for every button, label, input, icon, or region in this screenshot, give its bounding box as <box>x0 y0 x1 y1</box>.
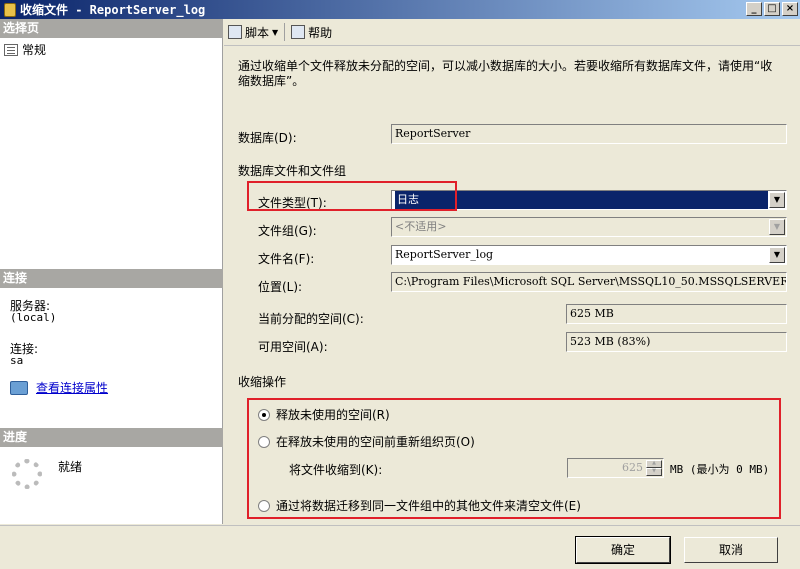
description-text: 通过收缩单个文件释放未分配的空间，可以减小数据库的大小。若要收缩所有数据库文件，… <box>238 59 773 88</box>
filegroup-select[interactable]: <不适用> ▼ <box>391 217 787 237</box>
chevron-down-icon[interactable]: ▼ <box>769 247 785 263</box>
release-unused-label: 释放未使用的空间(R) <box>276 408 390 422</box>
help-label: 帮助 <box>308 25 333 40</box>
filename-value: ReportServer_log <box>395 248 494 261</box>
connection-header: 连接 <box>0 269 223 288</box>
script-icon <box>228 25 242 39</box>
toolbar-separator <box>284 23 286 41</box>
shrink-to-value: 625 <box>622 461 643 474</box>
available-space-field: 523 MB (83%) <box>566 332 787 352</box>
connection-value: sa <box>10 354 24 367</box>
properties-icon <box>4 43 18 56</box>
toolbar: 脚本 ▼ 帮助 <box>224 19 800 46</box>
help-icon <box>291 25 306 39</box>
stepper-down-icon[interactable]: ▼ <box>646 468 662 476</box>
filename-select[interactable]: ReportServer_log ▼ <box>391 245 787 265</box>
view-connection-link[interactable]: 查看连接属性 <box>36 379 108 396</box>
select-page-header: 选择页 <box>0 19 223 38</box>
database-icon <box>4 2 16 17</box>
release-unused-option[interactable]: 释放未使用的空间(R) <box>258 406 390 423</box>
reorganize-label: 在释放未使用的空间前重新组织页(O) <box>276 435 475 449</box>
filegroup-label: 文件组(G): <box>258 224 317 238</box>
database-label: 数据库(D): <box>238 131 297 145</box>
shrink-to-label: 将文件收缩到(K): <box>289 463 383 477</box>
view-connection-properties[interactable]: 查看连接属性 <box>10 379 108 396</box>
maximize-button[interactable]: □ <box>764 2 780 16</box>
stepper-buttons[interactable]: ▲ ▼ <box>646 460 662 476</box>
server-value: (local) <box>10 311 57 324</box>
close-button[interactable]: × <box>782 2 798 16</box>
shrink-to-stepper[interactable]: 625 ▲ ▼ <box>567 458 664 478</box>
ok-button[interactable]: 确定 <box>575 536 671 564</box>
cancel-button[interactable]: 取消 <box>684 537 778 563</box>
shrink-file-dialog: 收缩文件 - ReportServer_log _ □ × 选择页 常规 连接 … <box>0 0 800 569</box>
filegroup-value: <不适用> <box>395 220 447 233</box>
files-group-header: 数据库文件和文件组 <box>238 164 347 178</box>
help-button[interactable]: 帮助 <box>291 24 332 41</box>
radio-button-checked[interactable] <box>258 408 270 421</box>
empty-file-option[interactable]: 通过将数据迁移到同一文件组中的其他文件来清空文件(E) <box>258 497 581 514</box>
left-panel: 选择页 常规 连接 服务器: (local) 连接: sa 查看连接属性 进度 … <box>0 19 223 524</box>
shrink-action-header: 收缩操作 <box>238 375 287 389</box>
chevron-down-icon[interactable]: ▼ <box>272 28 278 37</box>
main-content: 通过收缩单个文件释放未分配的空间，可以减小数据库的大小。若要收缩所有数据库文件，… <box>224 47 800 525</box>
filename-label: 文件名(F): <box>258 252 315 266</box>
window-controls: _ □ × <box>746 2 798 16</box>
reorganize-option[interactable]: 在释放未使用的空间前重新组织页(O) <box>258 433 475 450</box>
connection-properties-icon <box>10 380 28 395</box>
title-bar[interactable]: 收缩文件 - ReportServer_log _ □ × <box>0 0 800 19</box>
stepper-up-icon[interactable]: ▲ <box>646 460 662 468</box>
highlight-box <box>247 181 457 211</box>
shrink-to-unit: MB (最小为 0 MB) <box>670 463 770 476</box>
location-label: 位置(L): <box>258 280 303 294</box>
page-item-label: 常规 <box>22 41 47 58</box>
chevron-down-icon[interactable]: ▼ <box>769 219 785 235</box>
script-button[interactable]: 脚本 ▼ <box>228 24 278 41</box>
window-title: 收缩文件 - ReportServer_log <box>20 3 206 17</box>
location-field: C:\Program Files\Microsoft SQL Server\MS… <box>391 272 787 292</box>
progress-spinner-icon <box>12 459 42 489</box>
progress-header: 进度 <box>0 428 223 447</box>
progress-status: 就绪 <box>58 460 83 474</box>
radio-button[interactable] <box>258 499 270 512</box>
minimize-button[interactable]: _ <box>746 2 762 16</box>
available-space-label: 可用空间(A): <box>258 340 328 354</box>
script-label: 脚本 <box>245 25 270 40</box>
page-item-general[interactable]: 常规 <box>4 41 47 58</box>
radio-button[interactable] <box>258 435 270 448</box>
database-field: ReportServer <box>391 124 787 144</box>
dialog-footer: 确定 取消 <box>0 525 800 569</box>
allocated-space-field: 625 MB <box>566 304 787 324</box>
allocated-space-label: 当前分配的空间(C): <box>258 312 364 326</box>
empty-file-label: 通过将数据迁移到同一文件组中的其他文件来清空文件(E) <box>276 499 581 513</box>
chevron-down-icon[interactable]: ▼ <box>769 192 785 208</box>
